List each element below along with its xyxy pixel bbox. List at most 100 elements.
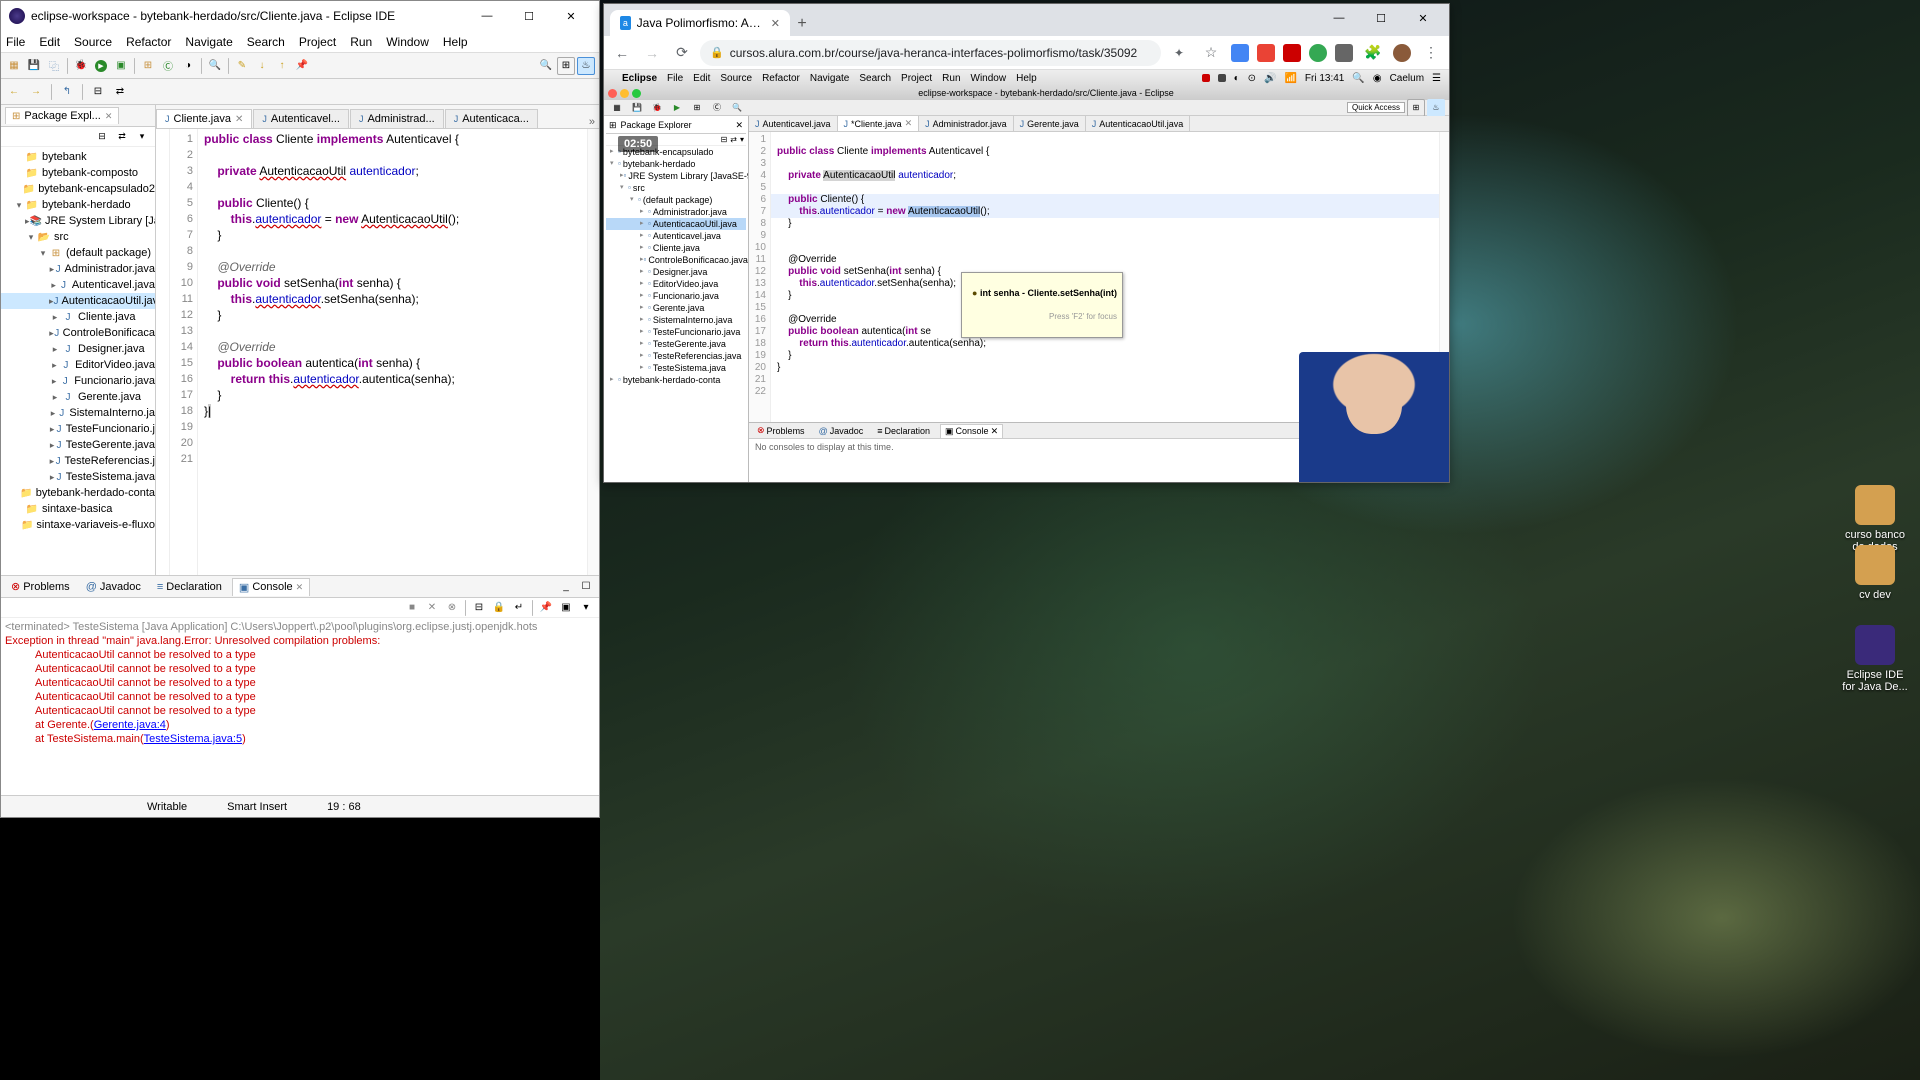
browser-tab[interactable]: a Java Polimorfismo: Aula 7 - Ativ ✕ — [610, 10, 790, 36]
tree-item[interactable]: ▸JTesteReferencias.j — [1, 453, 155, 469]
marker-bar[interactable] — [156, 129, 170, 575]
tree-item[interactable]: ▸JFuncionario.java — [1, 373, 155, 389]
java-perspective-icon[interactable]: ♨ — [577, 57, 595, 75]
tree-item[interactable]: ▸JCliente.java — [1, 309, 155, 325]
bookmark-icon[interactable]: ☆ — [1199, 41, 1223, 65]
tree-item[interactable]: 📁sintaxe-variaveis-e-fluxo — [1, 517, 155, 533]
word-wrap-icon[interactable]: ↵ — [510, 599, 528, 617]
display-console-icon[interactable]: ▣ — [557, 599, 575, 617]
code-editor[interactable]: public class Cliente implements Autentic… — [198, 129, 587, 575]
collapse-all-icon[interactable]: ⊟ — [93, 128, 111, 146]
tree-item[interactable]: ▸JAutenticavel.java — [1, 277, 155, 293]
declaration-tab[interactable]: ≡Declaration — [151, 579, 228, 595]
maximize-view-icon[interactable]: ☐ — [577, 578, 595, 596]
view-site-info-icon[interactable]: ✦ — [1167, 41, 1191, 65]
collapse-icon[interactable]: ⊟ — [89, 83, 107, 101]
link-icon[interactable]: ⇄ — [111, 83, 129, 101]
editor-tab[interactable]: JAutenticavel... — [253, 109, 349, 128]
close-button[interactable]: ✕ — [551, 4, 591, 28]
remove-all-icon[interactable]: ⊗ — [443, 599, 461, 617]
browser-viewport[interactable]: EclipseFileEditSourceRefactorNavigateSea… — [604, 70, 1449, 482]
scroll-lock-icon[interactable]: 🔒 — [490, 599, 508, 617]
desktop-icon[interactable]: Eclipse IDE for Java De... — [1840, 625, 1910, 693]
titlebar[interactable]: eclipse-workspace - bytebank-herdado/src… — [1, 1, 599, 31]
next-annotation-icon[interactable]: ↓ — [253, 57, 271, 75]
pin-icon[interactable]: 📌 — [293, 57, 311, 75]
menu-source[interactable]: Source — [74, 35, 112, 49]
link-editor-icon[interactable]: ⇄ — [113, 128, 131, 146]
coverage-icon[interactable]: ▣ — [112, 57, 130, 75]
forward-button[interactable]: → — [640, 41, 664, 65]
profile-avatar[interactable] — [1393, 44, 1411, 62]
tree-item[interactable]: ▸JTesteSistema.java — [1, 469, 155, 485]
tree-item[interactable]: ▾📁bytebank-herdado — [1, 197, 155, 213]
close-view-icon[interactable]: ✕ — [105, 111, 113, 122]
back-button[interactable]: ← — [610, 41, 634, 65]
tree-item[interactable]: ▸JGerente.java — [1, 389, 155, 405]
tree-item[interactable]: 📁sintaxe-basica — [1, 501, 155, 517]
tree-item[interactable]: 📁bytebank-encapsulado2 — [1, 181, 155, 197]
javadoc-tab[interactable]: @Javadoc — [80, 579, 147, 595]
tree-item[interactable]: ▸JControleBonificaca — [1, 325, 155, 341]
menu-search[interactable]: Search — [247, 35, 285, 49]
extensions-menu-icon[interactable]: 🧩 — [1361, 41, 1385, 65]
console-tab[interactable]: ▣Console ✕ — [232, 578, 310, 596]
maximize-button[interactable]: ☐ — [509, 4, 549, 28]
menu-project[interactable]: Project — [299, 35, 336, 49]
open-perspective-icon[interactable]: ⊞ — [557, 57, 575, 75]
extension-icon[interactable] — [1335, 44, 1353, 62]
new-package-icon[interactable]: ⊞ — [139, 57, 157, 75]
editor-tab[interactable]: JCliente.java✕ — [156, 109, 252, 128]
open-type-icon[interactable]: ◑ — [179, 57, 197, 75]
close-tab-icon[interactable]: ✕ — [771, 17, 780, 30]
tree-item[interactable]: ▸JSistemaInterno.ja — [1, 405, 155, 421]
last-edit-icon[interactable]: ↰ — [58, 83, 76, 101]
tree-item[interactable]: 📁bytebank-herdado-conta — [1, 485, 155, 501]
tree-item[interactable]: ▾⊞(default package) — [1, 245, 155, 261]
menu-navigate[interactable]: Navigate — [185, 35, 232, 49]
extension-icon[interactable] — [1309, 44, 1327, 62]
view-menu-icon[interactable]: ▾ — [133, 128, 151, 146]
run-icon[interactable]: ▶ — [92, 57, 110, 75]
new-tab-button[interactable]: + — [790, 12, 814, 36]
back-nav-icon[interactable]: ← — [5, 83, 23, 101]
reload-button[interactable]: ⟳ — [670, 41, 694, 65]
menu-edit[interactable]: Edit — [39, 35, 60, 49]
desktop-icon[interactable]: curso banco de dados — [1840, 485, 1910, 553]
chrome-close-button[interactable]: ✕ — [1403, 6, 1443, 30]
package-explorer-tab[interactable]: ⊞ Package Expl... ✕ — [5, 107, 119, 124]
tree-item[interactable]: ▸JTesteGerente.java — [1, 437, 155, 453]
menu-file[interactable]: File — [6, 35, 25, 49]
chrome-tabstrip[interactable]: a Java Polimorfismo: Aula 7 - Ativ ✕ + —… — [604, 4, 1449, 36]
extension-icon[interactable] — [1231, 44, 1249, 62]
terminate-icon[interactable]: ■ — [403, 599, 421, 617]
toggle-mark-icon[interactable]: ✎ — [233, 57, 251, 75]
editor-tab[interactable]: JAdministrad... — [350, 109, 444, 128]
tree-item[interactable]: ▸JDesigner.java — [1, 341, 155, 357]
overview-ruler[interactable] — [587, 129, 599, 575]
minimize-button[interactable]: — — [467, 4, 507, 28]
debug-icon[interactable]: 🐞 — [72, 57, 90, 75]
menu-help[interactable]: Help — [443, 35, 468, 49]
save-icon[interactable]: 💾 — [25, 57, 43, 75]
remove-launch-icon[interactable]: ✕ — [423, 599, 441, 617]
save-all-icon[interactable]: ⿻ — [45, 57, 63, 75]
pin-console-icon[interactable]: 📌 — [537, 599, 555, 617]
new-class-icon[interactable]: Ⓒ — [159, 57, 177, 75]
chrome-minimize-button[interactable]: — — [1319, 6, 1359, 30]
more-tabs-icon[interactable]: » — [585, 116, 599, 128]
menu-window[interactable]: Window — [386, 35, 429, 49]
tree-item[interactable]: ▸JTesteFuncionario.j — [1, 421, 155, 437]
forward-nav-icon[interactable]: → — [27, 83, 45, 101]
tree-item[interactable]: 📁bytebank — [1, 149, 155, 165]
desktop-icon[interactable]: cv dev — [1840, 545, 1910, 601]
tree-item[interactable]: ▸📚JRE System Library [JavaSE — [1, 213, 155, 229]
extension-icon[interactable] — [1257, 44, 1275, 62]
tree-item[interactable]: ▾📂src — [1, 229, 155, 245]
menu-run[interactable]: Run — [350, 35, 372, 49]
chrome-menu-icon[interactable]: ⋮ — [1419, 41, 1443, 65]
tree-item[interactable]: 📁bytebank-composto — [1, 165, 155, 181]
search-tb-icon[interactable]: 🔍 — [206, 57, 224, 75]
new-icon[interactable]: ▦ — [5, 57, 23, 75]
problems-tab[interactable]: ⊗Problems — [5, 578, 76, 595]
